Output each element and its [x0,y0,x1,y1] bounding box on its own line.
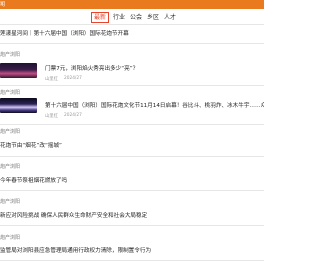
news-source: 山里红 [45,77,58,82]
news-category: 炮产浏阳 [0,235,21,241]
news-category: 炮产浏阳 [0,129,21,135]
divider [0,260,264,261]
news-thumbnail[interactable] [0,63,37,78]
news-date: 2024/27 [64,113,82,118]
page-title: 闻 [0,1,6,8]
tab-latest[interactable]: 最新 [91,12,109,23]
news-title[interactable]: 第十六届中国（浏阳）国际花炮文化节11月14日启幕！谷比斗、桃羽炸、冰木牛宇……… [45,101,264,109]
tab-industry[interactable]: 行业 [111,13,127,22]
tab-talent[interactable]: 人才 [162,13,178,22]
news-title[interactable]: 新应对风险挑战 确保人民群众生命财产安全和社会大局稳定 [0,211,262,219]
divider [0,85,264,86]
divider [0,43,264,44]
news-date: 2024/27 [64,76,82,81]
tab-township[interactable]: 乡区 [145,13,161,22]
tab-guild[interactable]: 公会 [128,13,144,22]
news-title[interactable]: 门票7元，浏阳焰火秀亮出多少“亮”？ [45,64,264,72]
news-category: 炮产浏阳 [0,199,21,205]
news-source: 山里红 [45,114,58,119]
news-title[interactable]: 今年春节祭祖烟花燃放了吗 [0,176,262,184]
divider [0,124,264,125]
news-title[interactable]: 莲漾星河间｜第十六届中国（浏阳）国际花炮节开幕 [0,29,262,37]
news-thumbnail[interactable] [0,98,37,113]
divider [0,190,264,191]
divider [0,156,264,157]
tabs-divider [0,24,264,25]
news-title[interactable]: 监管局对浏阳县应急管理局通用行政权力清除，限制置令行为 [0,246,262,254]
divider [0,225,264,226]
news-title[interactable]: 花炮节由“烟花”改“摇城” [0,141,262,149]
news-category: 炮产浏阳 [0,164,21,170]
news-category: 炮产浏阳 [0,52,21,58]
top-bar: 闻 [0,0,264,9]
category-tabs: 最新 行业 公会 乡区 人才 [0,12,264,24]
news-category: 炮产浏阳 [0,90,21,96]
